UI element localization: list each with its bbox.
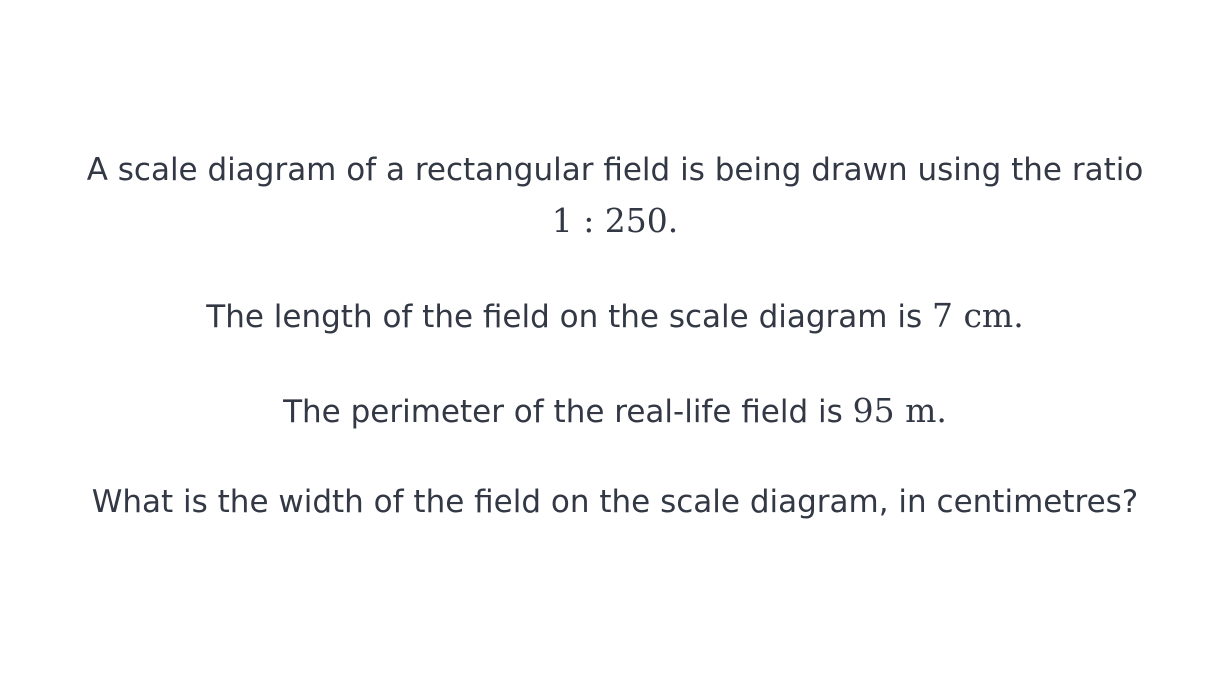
length-text: The length of the field on the scale dia… <box>206 299 923 335</box>
scale-ratio: 1 : 250. <box>551 201 679 240</box>
length-value: 7 cm. <box>931 296 1024 335</box>
length-statement: The length of the field on the scale dia… <box>0 296 1230 337</box>
question-prompt: What is the width of the field on the sc… <box>0 482 1230 522</box>
intro-text: A scale diagram of a rectangular field i… <box>86 152 1144 188</box>
perimeter-statement: The perimeter of the real-life field is … <box>0 391 1230 432</box>
perimeter-text: The perimeter of the real-life field is <box>283 394 843 430</box>
scale-ratio-line: 1 : 250. <box>0 201 1230 242</box>
perimeter-value: 95 m. <box>852 391 947 430</box>
question-intro: A scale diagram of a rectangular field i… <box>0 150 1230 190</box>
prompt-text: What is the width of the field on the sc… <box>91 484 1139 520</box>
question-card: A scale diagram of a rectangular field i… <box>0 0 1230 673</box>
